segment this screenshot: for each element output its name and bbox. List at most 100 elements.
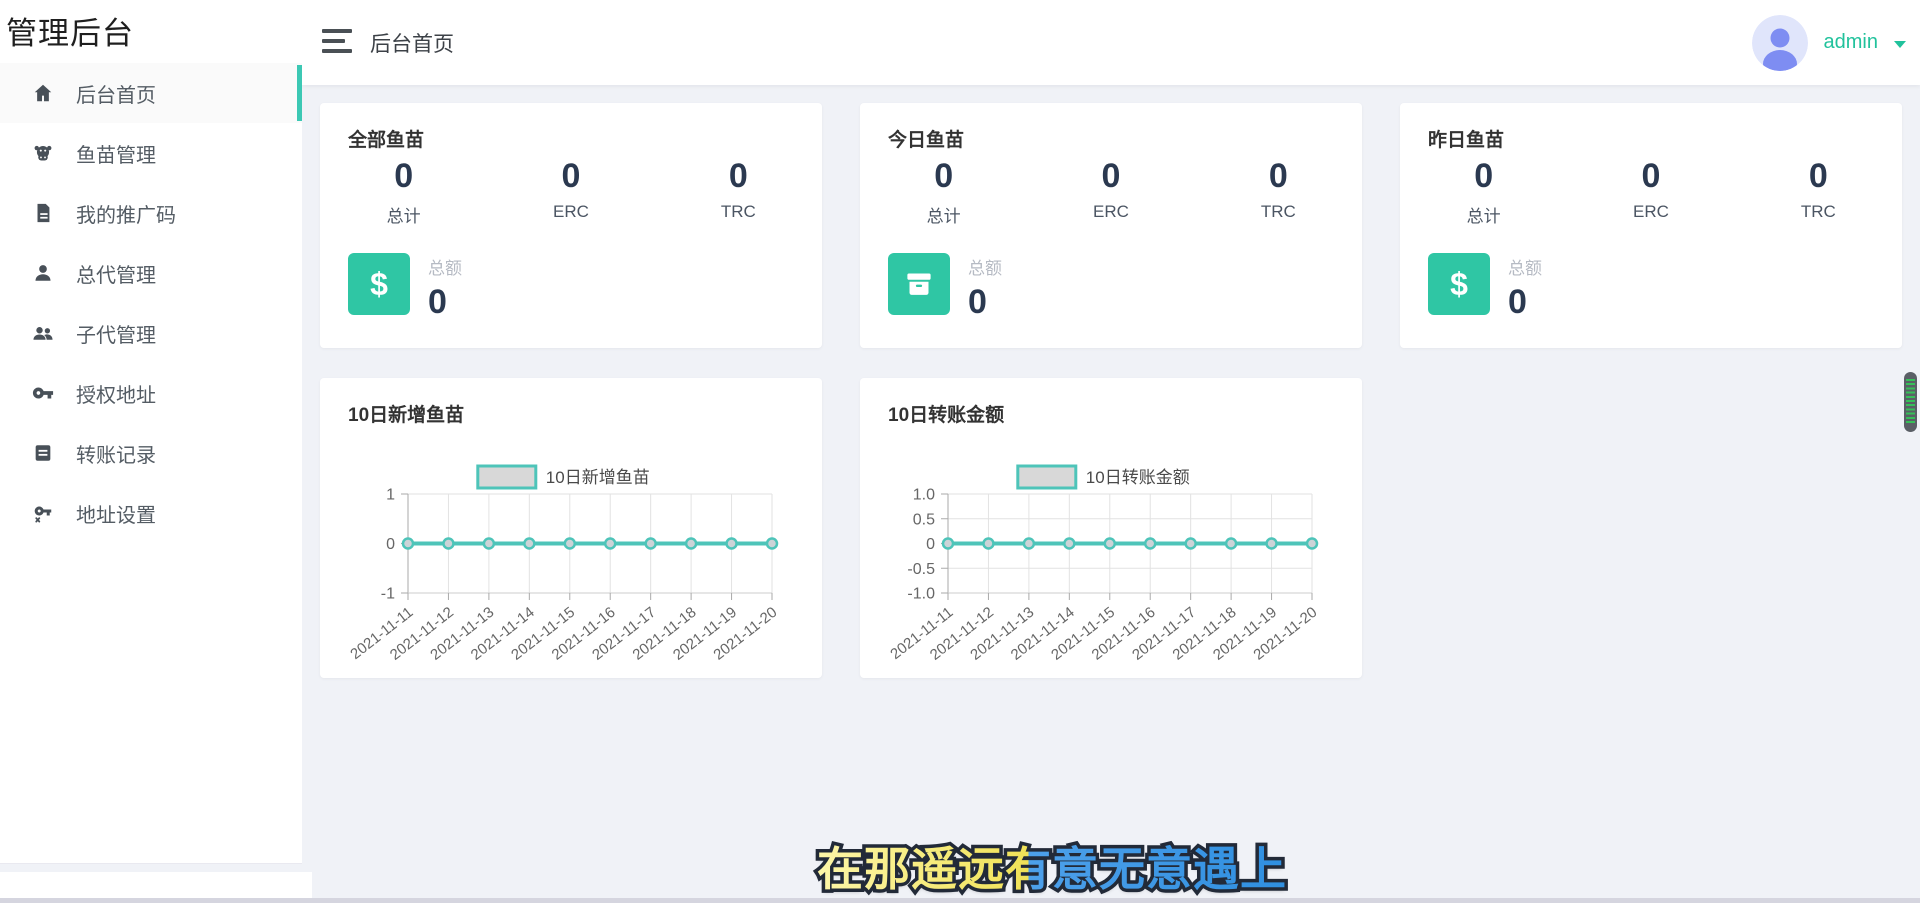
- sidebar-item-address-settings[interactable]: 地址设置: [0, 483, 302, 543]
- key-x-icon: [32, 502, 54, 524]
- chart-legend[interactable]: 10日转账金额: [1018, 466, 1190, 488]
- person-avatar-icon[interactable]: [1752, 15, 1808, 71]
- sidebar-item-home[interactable]: 后台首页: [0, 63, 302, 123]
- sidebar-nav: 后台首页 鱼苗管理 我的推广码 总代管理 子代管理 授权地址 转账记录 地址设: [0, 63, 302, 543]
- svg-text:10日转账金额: 10日转账金额: [1086, 468, 1190, 487]
- total-label: 总额: [968, 254, 1002, 279]
- stat-label: 总计: [1400, 202, 1567, 227]
- data-point: [403, 539, 413, 549]
- svg-text:-0.5: -0.5: [907, 561, 935, 578]
- sidebar-item-label: 总代管理: [76, 259, 156, 288]
- scrollbar-stripes: [1906, 379, 1915, 425]
- stat-card-today-fry: 今日鱼苗 0总计 0ERC 0TRC 总额 0: [860, 103, 1362, 348]
- svg-text:0: 0: [926, 536, 935, 553]
- chart-legend[interactable]: 10日新增鱼苗: [478, 466, 650, 488]
- data-point: [727, 539, 737, 549]
- stat-label: ERC: [1027, 202, 1194, 222]
- vertical-scrollbar-thumb[interactable]: [1904, 372, 1917, 432]
- sidebar-item-general-agents[interactable]: 总代管理: [0, 243, 302, 303]
- chart-title: 10日转账金额: [888, 400, 1004, 427]
- data-point: [983, 539, 993, 549]
- stat-value: 0: [860, 159, 1027, 193]
- user-name[interactable]: admin: [1824, 31, 1878, 54]
- home-icon: [32, 82, 54, 104]
- data-point: [565, 539, 575, 549]
- caret-down-icon[interactable]: [1894, 41, 1906, 48]
- sidebar-item-promo-code[interactable]: 我的推广码: [0, 183, 302, 243]
- data-point: [646, 539, 656, 549]
- data-point: [1105, 539, 1115, 549]
- page-title: 后台首页: [370, 28, 454, 58]
- svg-text:0: 0: [386, 536, 395, 553]
- stats-row: 0总计 0ERC 0TRC: [320, 159, 822, 227]
- data-point: [943, 539, 953, 549]
- dollar-icon: $: [1428, 253, 1490, 315]
- total-row: $ 总额 0: [348, 253, 462, 319]
- svg-text:1.0: 1.0: [913, 487, 935, 504]
- sidebar-bottom-divider: [0, 863, 302, 864]
- sidebar-item-sub-agents[interactable]: 子代管理: [0, 303, 302, 363]
- stat-label: ERC: [1567, 202, 1734, 222]
- chart-x-labels: 2021-11-112021-11-122021-11-132021-11-14…: [347, 604, 780, 664]
- top-bar: 后台首页 admin: [302, 0, 1920, 85]
- stat-label: TRC: [1735, 202, 1902, 222]
- data-point: [443, 539, 453, 549]
- stat-label: 总计: [320, 202, 487, 227]
- svg-text:1: 1: [386, 487, 395, 504]
- total-value: 0: [428, 285, 462, 319]
- stat-value: 0: [1567, 159, 1734, 193]
- sidebar-item-fry-management[interactable]: 鱼苗管理: [0, 123, 302, 183]
- line-chart-new-fry: 10日新增鱼苗 1 0 -12021-11-112021-11-122021-11-1…: [320, 436, 822, 678]
- stat-label: TRC: [655, 202, 822, 222]
- subtitle-text: 在那遥远有意无意遇上: [817, 843, 1287, 895]
- bottom-white-box: [0, 872, 312, 898]
- stat-label: ERC: [487, 202, 654, 222]
- line-chart-transfer-amount: 10日转账金额1.00.50-0.5-1.02021-11-112021-11-…: [860, 436, 1362, 678]
- card-title: 今日鱼苗: [888, 125, 964, 152]
- svg-text:-1: -1: [381, 586, 395, 603]
- data-point: [1307, 539, 1317, 549]
- hamburger-icon[interactable]: [322, 29, 352, 55]
- data-point: [484, 539, 494, 549]
- sidebar-item-label: 地址设置: [76, 499, 156, 528]
- total-label: 总额: [428, 254, 462, 279]
- data-point: [605, 539, 615, 549]
- stat-value: 0: [1195, 159, 1362, 193]
- stat-card-all-fry: 全部鱼苗 0总计 0ERC 0TRC $ 总额 0: [320, 103, 822, 348]
- people-icon: [32, 322, 54, 344]
- chart-title: 10日新增鱼苗: [348, 400, 464, 427]
- data-point: [1064, 539, 1074, 549]
- total-value: 0: [968, 285, 1002, 319]
- total-row: $ 总额 0: [1428, 253, 1542, 319]
- dollar-icon: $: [348, 253, 410, 315]
- stat-label: 总计: [860, 202, 1027, 227]
- cow-icon: [32, 142, 54, 164]
- sidebar-item-label: 转账记录: [76, 439, 156, 468]
- data-point: [1226, 539, 1236, 549]
- total-row: 总额 0: [888, 253, 1002, 319]
- video-subtitle: 在那遥远有意无意遇上 在那遥远有意无意遇上: [817, 833, 1287, 899]
- svg-text:-1.0: -1.0: [907, 586, 935, 603]
- sidebar-item-authorized-address[interactable]: 授权地址: [0, 363, 302, 423]
- chart-card-transfer-amount: 10日转账金额 10日转账金额1.00.50-0.5-1.02021-11-11…: [860, 378, 1362, 678]
- data-point: [524, 539, 534, 549]
- ledger-icon: [32, 442, 54, 464]
- user-menu[interactable]: admin: [1752, 0, 1906, 85]
- total-value: 0: [1508, 285, 1542, 319]
- total-label: 总额: [1508, 254, 1542, 279]
- stat-card-yesterday-fry: 昨日鱼苗 0总计 0ERC 0TRC $ 总额 0: [1400, 103, 1902, 348]
- stat-value: 0: [1735, 159, 1902, 193]
- app-title: 管理后台: [0, 0, 302, 53]
- sidebar-item-label: 后台首页: [76, 79, 156, 108]
- data-point: [1267, 539, 1277, 549]
- stat-value: 0: [1027, 159, 1194, 193]
- data-point: [1024, 539, 1034, 549]
- svg-text:10日新增鱼苗: 10日新增鱼苗: [546, 468, 650, 487]
- sidebar-item-label: 鱼苗管理: [76, 139, 156, 168]
- svg-text:0.5: 0.5: [913, 511, 935, 528]
- sidebar-item-transfer-records[interactable]: 转账记录: [0, 423, 302, 483]
- chart-series: [403, 539, 777, 549]
- person-icon: [32, 262, 54, 284]
- data-point: [767, 539, 777, 549]
- sidebar-item-label: 子代管理: [76, 319, 156, 348]
